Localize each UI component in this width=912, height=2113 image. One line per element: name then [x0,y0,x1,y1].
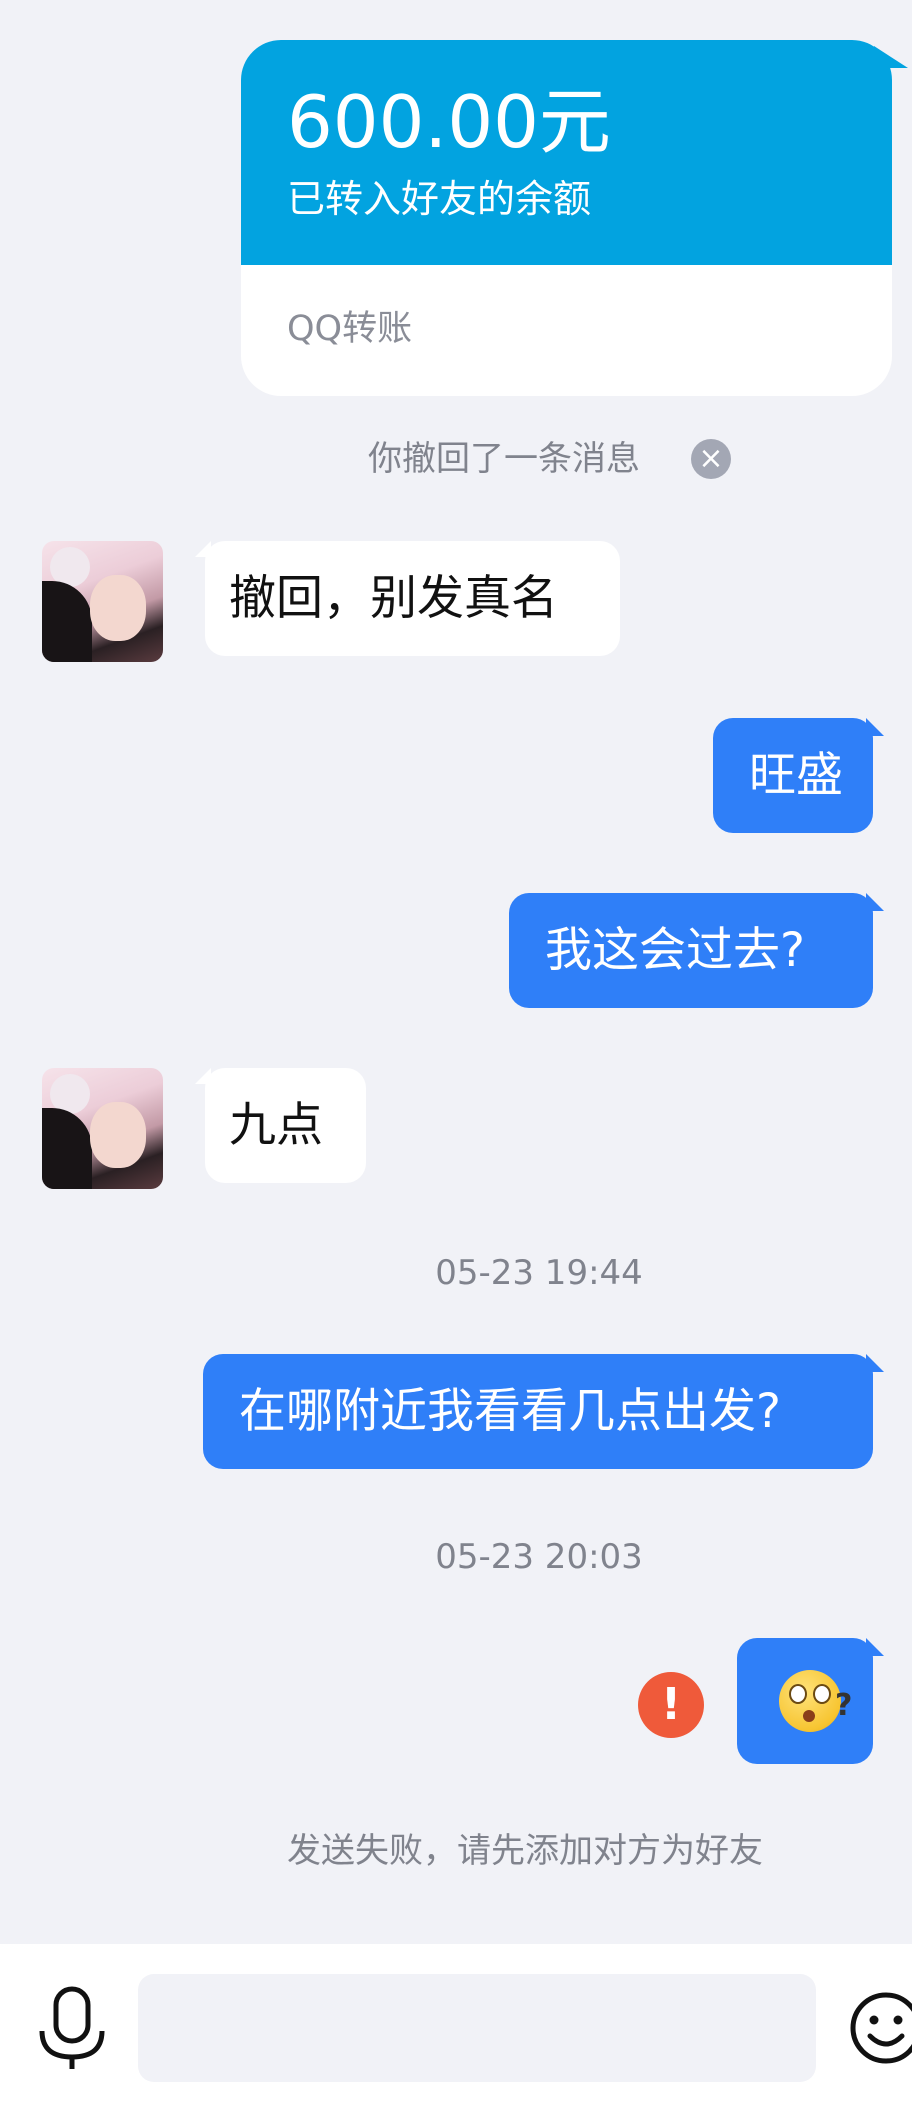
transfer-amount: 600.00元 [287,80,611,164]
outgoing-message-bubble[interactable]: 旺盛 [713,718,873,833]
outgoing-message-bubble[interactable]: 在哪附近我看看几点出发? [203,1354,873,1469]
outgoing-emoji-bubble[interactable]: ? [737,1638,873,1764]
recall-notice: 你撤回了一条消息 [368,439,640,479]
emoji-picker-icon[interactable] [848,1990,912,2066]
transfer-card-tail [874,46,908,68]
transfer-card-header: 600.00元 已转入好友的余额 [241,40,892,265]
send-failed-icon[interactable]: ! [638,1672,704,1738]
bubble-tail [866,893,884,911]
avatar[interactable] [42,1068,163,1189]
incoming-message-bubble[interactable]: 撤回，别发真名 [205,541,620,656]
outgoing-message-bubble[interactable]: 我这会过去? [509,893,873,1008]
confused-face-emoji-icon [779,1670,841,1732]
message-input[interactable] [138,1974,816,2082]
bubble-tail [866,1354,884,1372]
transfer-description: 已转入好友的余额 [287,177,592,221]
message-timestamp: 05-23 20:03 [435,1537,643,1577]
transfer-card[interactable]: 600.00元 已转入好友的余额 QQ转账 [241,40,892,396]
bubble-tail [866,1638,884,1656]
message-timestamp: 05-23 19:44 [435,1253,643,1293]
microphone-icon[interactable] [36,1985,108,2071]
incoming-message-bubble[interactable]: 九点 [205,1068,366,1183]
send-failed-notice: 发送失败，请先添加对方为好友 [287,1831,763,1871]
bubble-tail [866,718,884,736]
avatar[interactable] [42,541,163,662]
transfer-type-label: QQ转账 [287,309,413,349]
close-icon[interactable]: × [691,439,731,479]
question-mark-icon: ? [835,1688,853,1723]
